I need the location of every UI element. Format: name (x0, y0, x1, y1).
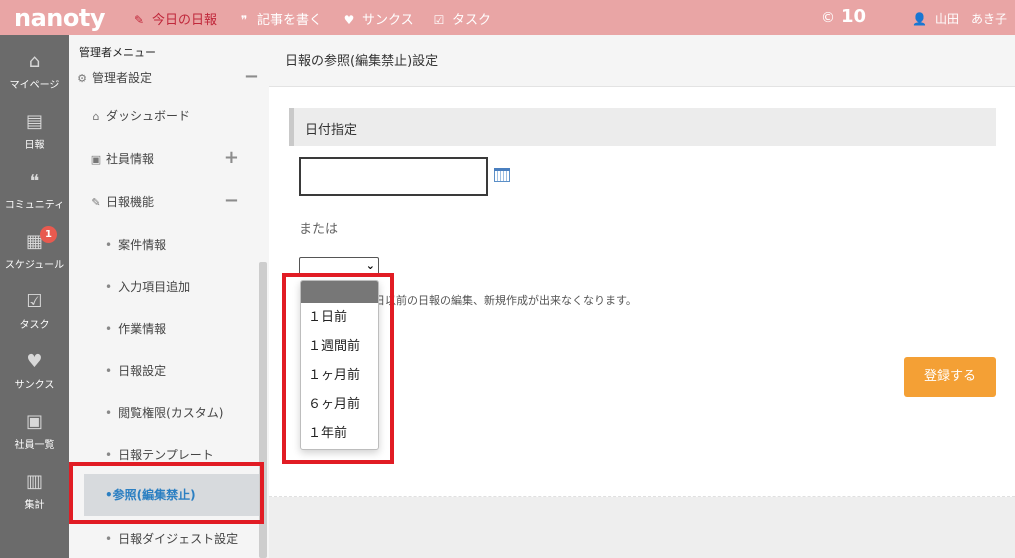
pencil-note-icon: ✎ (133, 13, 145, 27)
bar-chart-icon: ▥ (25, 471, 43, 492)
menu-employee-info[interactable]: ▣ 社員情報 + (89, 147, 245, 168)
clipboard-check-icon: ☑ (433, 13, 445, 27)
section-title: 日付指定 (305, 123, 358, 138)
user-icon: 👤 (912, 12, 927, 26)
chevron-down-icon: ⌄ (365, 259, 375, 272)
nanoty-logo[interactable]: nanoty (14, 4, 105, 32)
id-card-icon: ▣ (90, 153, 102, 166)
rail-community[interactable]: ❝ コミュニティ (0, 171, 69, 211)
icon-rail: ⌂ マイページ ▤ 日報 ❝ コミュニティ ▦ スケジュール 1 ☑ タスク ♥ サンクス … (0, 35, 69, 558)
community-icon: ❝ (29, 171, 40, 192)
chat-bubble-icon: ❞ (240, 13, 248, 27)
edit-lock-note: 日以前の日報の編集、新規作成が出来なくなります。 (374, 294, 637, 307)
expand-icon[interactable]: + (224, 147, 239, 168)
side-menu-title: 管理者メニュー (79, 46, 156, 59)
page-header: 日報の参照(編集禁止)設定 (269, 35, 1015, 87)
task-icon: ☑ (26, 291, 43, 312)
highlight-box-dropdown (282, 273, 394, 464)
rail-report[interactable]: ▤ 日報 (0, 111, 69, 151)
nav-today-report[interactable]: ✎ 今日の日報 (132, 9, 217, 28)
rail-schedule[interactable]: ▦ スケジュール 1 (0, 226, 69, 271)
nav-thanks[interactable]: ♥ サンクス (342, 9, 414, 28)
rail-thanks[interactable]: ♥ サンクス (0, 351, 69, 391)
directory-icon: ▣ (25, 411, 43, 432)
coin-icon: © (821, 10, 835, 26)
date-input[interactable] (299, 157, 488, 196)
home-icon: ⌂ (28, 51, 41, 72)
menu-admin-settings[interactable]: ⚙ 管理者設定 − (75, 66, 265, 87)
heart-icon: ♥ (343, 13, 355, 27)
points-counter[interactable]: © 10 (821, 6, 866, 27)
collapse-icon[interactable]: − (224, 190, 239, 211)
highlight-box-menu (69, 462, 264, 524)
calendar-picker-icon[interactable] (494, 168, 510, 182)
rail-mypage[interactable]: ⌂ マイページ (0, 51, 69, 91)
rail-employee-list[interactable]: ▣ 社員一覧 (0, 411, 69, 451)
report-icon: ▤ (25, 111, 43, 132)
nav-write-article[interactable]: ❞ 記事を書く (237, 9, 322, 28)
user-menu[interactable]: 👤 山田 あき子 (912, 10, 1007, 27)
register-button[interactable]: 登録する (904, 357, 996, 397)
rail-stats[interactable]: ▥ 集計 (0, 471, 69, 511)
menu-dashboard[interactable]: ⌂ ダッシュボード (89, 107, 279, 124)
rail-task[interactable]: ☑ タスク (0, 291, 69, 331)
menu-report-functions[interactable]: ✎ 日報機能 − (89, 190, 245, 211)
edit-icon: ✎ (91, 196, 101, 209)
or-label: または (299, 222, 339, 237)
page-title: 日報の参照(編集禁止)設定 (285, 54, 439, 69)
collapse-icon[interactable]: − (244, 66, 259, 87)
notification-badge: 1 (40, 226, 57, 243)
section-header: 日付指定 (289, 108, 996, 146)
nav-task[interactable]: ☑ タスク (432, 9, 491, 28)
menu-project-info[interactable]: • 案件情報 (105, 236, 295, 253)
heart-icon: ♥ (26, 351, 43, 372)
home-icon: ⌂ (92, 110, 100, 123)
gear-icon: ⚙ (77, 72, 87, 85)
top-bar: nanoty ✎ 今日の日報 ❞ 記事を書く ♥ サンクス ☑ タスク © 10 👤 山田 … (0, 0, 1015, 35)
